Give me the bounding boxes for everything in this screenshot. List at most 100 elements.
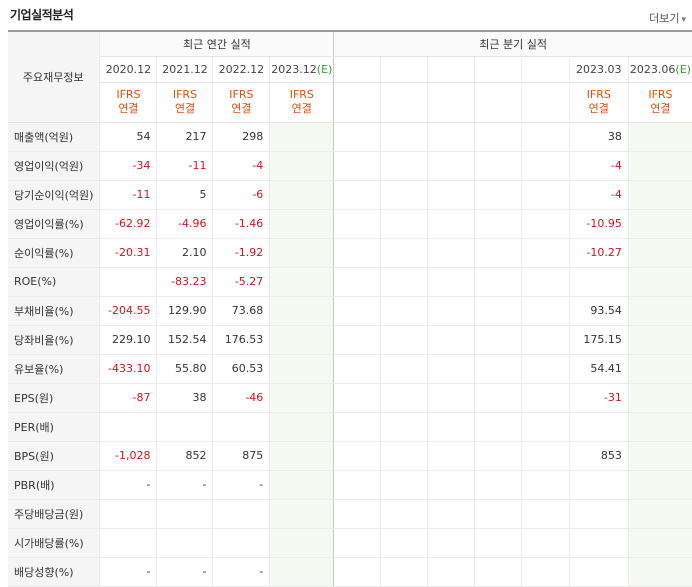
table-cell [627,151,692,181]
table-cell [333,557,381,587]
financial-table: 주요재무정보 최근 연간 실적 최근 분기 실적 2020.12 2021.12 2… [8,30,692,587]
period-header [473,56,522,83]
table-cell: - [156,557,213,587]
quarter-group-label: 최근 분기 실적 [479,37,548,51]
table-cell [627,180,692,210]
table-cell: - [212,557,270,587]
table-cell [333,528,381,558]
estimate-marker: (E) [675,62,691,76]
period-header [521,56,570,83]
period-header [379,56,428,83]
table-cell [473,557,522,587]
ifrs-header [379,82,428,123]
row-label: 영업이익률(%) [8,209,100,239]
table-cell [333,296,381,326]
table-cell [568,412,629,442]
table-cell [333,441,381,471]
table-cell: 54.41 [568,354,629,384]
table-row: 영업이익률(%) -62.92 -4.96 -1.46 -10.95 [8,209,692,239]
table-cell [473,238,522,268]
table-cell [426,383,475,413]
table-cell: 93.54 [568,296,629,326]
table-cell: -1,028 [99,441,157,471]
row-label: PBR(배) [8,470,100,500]
table-cell: 38 [156,383,213,413]
table-row: 유보율(%) -433.10 55.80 60.53 54.41 [8,354,692,384]
table-cell [333,267,381,297]
table-row: 순이익률(%) -20.31 2.10 -1.92 -10.27 [8,238,692,268]
table-cell [473,528,522,558]
table-cell [627,441,692,471]
table-cell: -62.92 [99,209,157,239]
header-bar: 기업실적분석 더보기 ▾ [0,0,692,30]
row-label: 주당배당금(원) [8,499,100,529]
table-cell [426,441,475,471]
table-cell [521,122,570,152]
table-cell [333,238,381,268]
table-cell [379,383,428,413]
table-cell [473,412,522,442]
table-cell [156,528,213,558]
table-cell [379,296,428,326]
table-cell [627,383,692,413]
table-cell: -4.96 [156,209,213,239]
table-cell [212,528,270,558]
estimate-marker: (E) [316,62,333,76]
table-cell [379,238,428,268]
table-row: 매출액(억원) 54 217 298 38 [8,122,692,152]
row-label: EPS(원) [8,383,100,413]
table-cell [269,383,334,413]
table-row: 시가배당률(%) [8,528,692,558]
table-row: PBR(배) - - - [8,470,692,500]
ifrs-header [426,82,475,123]
table-cell [473,151,522,181]
period-label: 2023.03 [576,62,622,76]
table-cell [379,267,428,297]
table-cell [379,499,428,529]
table-cell [426,557,475,587]
table-cell [426,122,475,152]
table-cell [627,528,692,558]
table-cell: 875 [212,441,270,471]
row-label: 영업이익(억원) [8,151,100,181]
table-cell: 229.10 [99,325,157,355]
table-cell: 73.68 [212,296,270,326]
table-cell [568,528,629,558]
table-body: 매출액(억원) 54 217 298 38 영업이익(억원) -34 -11 -4 -4 당기순이익… [8,122,692,587]
ifrs-header [333,82,381,123]
table-cell [473,470,522,500]
table-cell [379,557,428,587]
table-cell [521,354,570,384]
period-header: 2021.12 [156,56,213,83]
table-cell [521,151,570,181]
table-cell [521,180,570,210]
table-cell: -31 [568,383,629,413]
table-cell: -4 [212,151,270,181]
table-cell: 298 [212,122,270,152]
table-cell: -4 [568,180,629,210]
table-cell: -1.92 [212,238,270,268]
table-cell [627,209,692,239]
table-cell [333,151,381,181]
table-cell [156,499,213,529]
ifrs-label: IFRS [229,88,254,101]
table-cell: - [212,470,270,500]
table-cell: 38 [568,122,629,152]
more-link[interactable]: 더보기 ▾ [649,10,686,26]
period-label: 2023.06(E) [629,62,691,76]
row-label: BPS(원) [8,441,100,471]
ifrs-header: IFRS 연결 [568,82,629,123]
table-cell [627,557,692,587]
table-cell [269,238,334,268]
table-cell [473,296,522,326]
table-cell [333,209,381,239]
table-cell [426,325,475,355]
table-cell [627,122,692,152]
period-label: 2022.12 [218,62,265,76]
table-cell: 60.53 [212,354,270,384]
table-cell: 2.10 [156,238,213,268]
table-cell: -10.27 [568,238,629,268]
table-cell [521,325,570,355]
table-cell [269,499,334,529]
table-cell [521,499,570,529]
